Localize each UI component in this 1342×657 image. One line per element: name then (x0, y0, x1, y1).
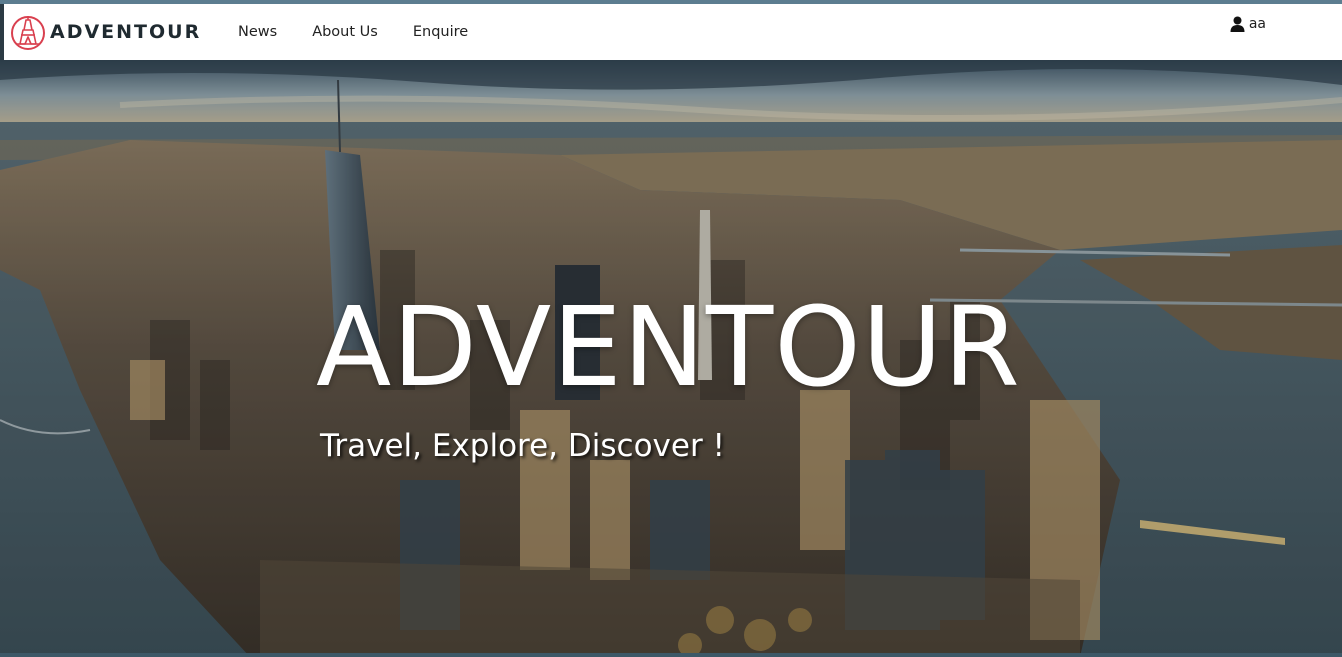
hero-banner: ADVENTOUR Travel, Explore, Discover ! (0, 60, 1342, 657)
hero-title: ADVENTOUR (316, 283, 1021, 411)
brand-name: ADVENTOUR (50, 21, 202, 43)
main-nav: News About Us Enquire (238, 4, 503, 60)
user-menu[interactable]: aa (1230, 16, 1266, 32)
hero-subtitle: Travel, Explore, Discover ! (320, 428, 725, 464)
bottom-strip (0, 653, 1342, 657)
navbar: ADVENTOUR News About Us Enquire aa (4, 4, 1342, 60)
nav-about-us[interactable]: About Us (312, 24, 378, 40)
nav-news[interactable]: News (238, 24, 277, 40)
user-icon (1230, 16, 1245, 32)
nav-enquire[interactable]: Enquire (413, 24, 468, 40)
brand-logo[interactable]: ADVENTOUR (10, 10, 201, 54)
eiffel-tower-logo-icon (11, 16, 45, 50)
user-name: aa (1248, 16, 1266, 32)
